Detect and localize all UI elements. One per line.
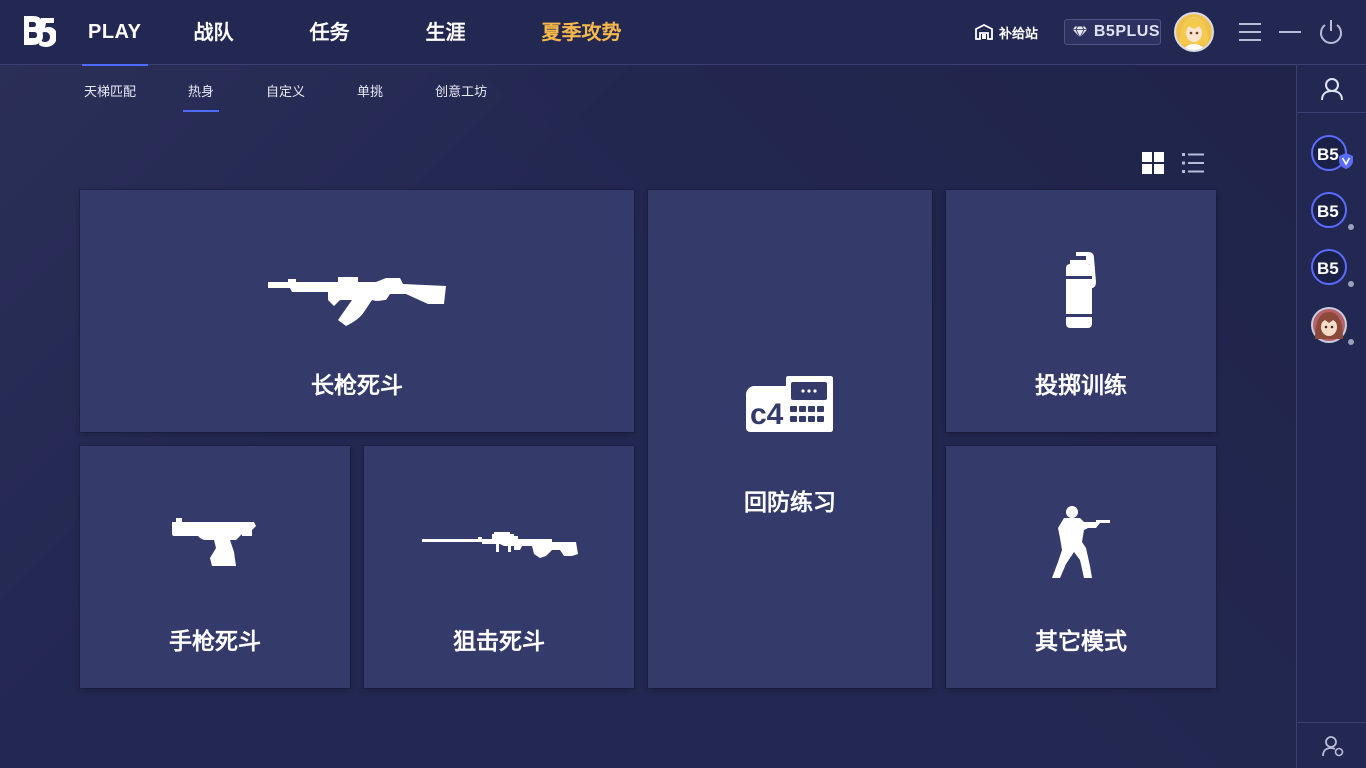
soldier-icon [1052,506,1110,578]
main-nav: PLAY 战队 任务 生涯 夏季攻势 [80,0,690,66]
offline-status-dot [1348,224,1354,230]
rifle-icon [268,277,446,326]
top-bar: PLAY 战队 任务 生涯 夏季攻势 补给站 B5PLUS [0,0,1366,66]
grenade-icon [1066,252,1096,328]
card-label: 手枪死斗 [169,629,261,655]
avatar-image [1180,18,1208,50]
verified-badge-icon [1339,153,1353,169]
card-retake-practice[interactable]: c4 回防练习 [648,190,932,688]
list-view-icon[interactable] [1182,152,1204,174]
diamond-icon [1072,26,1088,39]
friend-avatar[interactable]: B5 [1311,192,1347,228]
subtab-ladder[interactable]: 天梯匹配 [84,80,136,112]
card-label: 投掷训练 [1035,373,1127,399]
friend-avatar-text: B5 [1317,259,1339,278]
supply-station-label: 补给站 [999,26,1039,42]
subtab-workshop[interactable]: 创意工坊 [435,80,487,112]
card-label: 狙击死斗 [453,629,545,655]
nav-team[interactable]: 战队 [186,0,242,65]
user-icon [1321,78,1343,101]
nav-summer-offensive[interactable]: 夏季攻势 [534,0,630,65]
c4-icon: c4 [746,376,833,432]
sniper-icon [422,532,578,558]
b5plus-label: B5PLUS [1093,23,1160,40]
menu-icon[interactable] [1236,18,1264,46]
sub-tabs: 天梯匹配 热身 自定义 单挑 创意工坊 [84,80,539,114]
nav-career[interactable]: 生涯 [418,0,474,65]
card-sniper-deathmatch[interactable]: 狙击死斗 [364,446,634,688]
card-other-modes[interactable]: 其它模式 [946,446,1216,688]
b5-logo-icon: B5 [1317,259,1339,278]
grid-view-icon[interactable] [1142,152,1164,174]
card-label: 回防练习 [744,490,836,516]
card-label: 其它模式 [1035,629,1127,655]
card-grenade-training[interactable]: 投掷训练 [946,190,1216,432]
power-icon[interactable] [1317,18,1345,46]
card-label: 长枪死斗 [311,373,403,399]
friend-avatar-text: B5 [1317,202,1339,221]
friend-avatar[interactable]: B5 [1311,249,1347,285]
store-icon [975,24,993,40]
offline-status-dot [1348,281,1354,287]
nav-play[interactable]: PLAY [80,0,150,66]
add-friend-button[interactable] [1297,722,1366,768]
offline-status-dot [1348,339,1354,345]
card-rifle-deathmatch[interactable]: 长枪死斗 [80,190,634,432]
subtab-custom[interactable]: 自定义 [266,80,305,112]
c4-text: c4 [750,398,784,431]
nav-missions[interactable]: 任务 [302,0,358,65]
minimize-icon[interactable] [1276,18,1304,46]
subtab-1v1[interactable]: 单挑 [357,80,383,112]
b5plus-button[interactable]: B5PLUS [1064,19,1161,45]
avatar-image [1315,312,1343,339]
card-pistol-deathmatch[interactable]: 手枪死斗 [80,446,350,688]
b5-logo-icon: B5 [1317,202,1339,221]
friend-avatar[interactable] [1311,307,1347,343]
pistol-icon [172,518,256,566]
profile-button[interactable] [1297,65,1366,113]
logo-icon[interactable] [22,14,56,50]
supply-station-button[interactable]: 补给站 [975,22,1038,42]
user-avatar[interactable] [1174,12,1214,52]
add-friend-icon [1322,736,1344,757]
friends-sidebar: B5 B5 B5 [1296,65,1366,768]
subtab-warmup[interactable]: 热身 [183,80,220,112]
friend-avatar-text: B5 [1317,145,1339,164]
